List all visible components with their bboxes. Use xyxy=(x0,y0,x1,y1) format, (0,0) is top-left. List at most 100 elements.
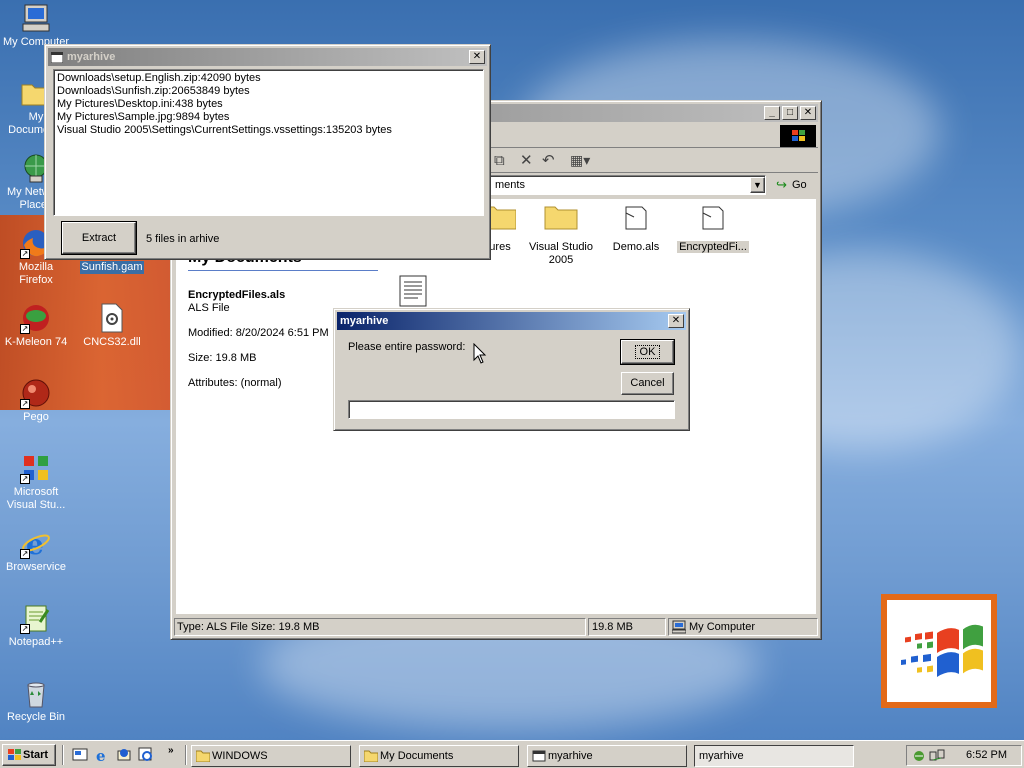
list-item[interactable]: Visual Studio 2005\Settings\CurrentSetti… xyxy=(57,124,480,137)
desktop-icon-label: CNCS32.dll xyxy=(83,336,141,348)
folder-icon xyxy=(195,749,211,763)
show-desktop-icon[interactable] xyxy=(72,747,88,766)
password-prompt: Please entire password: xyxy=(348,341,466,353)
dialog-titlebar[interactable]: myarhive ✕ xyxy=(337,312,686,330)
taskbar: Start e » WINDOWS My Documents myarhive … xyxy=(0,740,1024,768)
close-button[interactable]: ✕ xyxy=(668,314,684,328)
ok-button[interactable]: OK xyxy=(620,339,675,365)
recycle-bin-icon xyxy=(20,677,52,709)
task-label: WINDOWS xyxy=(212,750,268,762)
shortcut-arrow-icon: ↗ xyxy=(20,249,30,259)
svg-text:e: e xyxy=(96,747,106,763)
status-bar: Type: ALS File Size: 19.8 MB 19.8 MB My … xyxy=(174,618,818,636)
task-my-documents[interactable]: My Documents xyxy=(359,745,519,767)
start-label: Start xyxy=(23,749,49,761)
desktop-icon-visual-studio[interactable]: ↗ Microsoft Visual Stu... xyxy=(0,452,72,512)
delete-icon[interactable]: ✕ xyxy=(520,151,533,169)
windows-logo-badge xyxy=(881,594,997,708)
clock[interactable]: 6:52 PM xyxy=(966,749,1007,761)
views-icon[interactable]: ▦▾ xyxy=(570,152,590,169)
outlook-express-icon[interactable] xyxy=(116,747,132,766)
shortcut-arrow-icon: ↗ xyxy=(20,549,30,559)
pego-icon: ↗ xyxy=(20,377,52,409)
notepad-plus-plus-icon: ↗ xyxy=(20,602,52,634)
desktop-icon-browservice[interactable]: e ↗ Browservice xyxy=(0,527,72,574)
shortcut-arrow-icon: ↗ xyxy=(20,324,30,334)
undo-icon[interactable]: ↶ xyxy=(542,151,555,169)
archive-title: myarhive xyxy=(67,51,116,63)
desktop-icon-notepad-plus-plus[interactable]: ↗ Notepad++ xyxy=(0,602,72,649)
divider xyxy=(62,745,64,765)
file-item-selected[interactable]: EncryptedFi... xyxy=(676,205,750,253)
archive-count-text: 5 files in arhive xyxy=(146,233,220,245)
status-zone: My Computer xyxy=(668,618,818,636)
address-dropdown-button[interactable]: ▼ xyxy=(750,177,765,193)
status-zone-label: My Computer xyxy=(689,621,756,633)
selected-file-type: ALS File xyxy=(188,302,230,314)
go-label: Go xyxy=(792,179,807,191)
list-item[interactable]: Downloads\setup.English.zip:42090 bytes xyxy=(57,72,480,85)
go-button[interactable]: ↪ Go xyxy=(776,177,807,195)
password-dialog[interactable]: myarhive ✕ Please entire password: OK Ca… xyxy=(333,308,690,431)
mouse-cursor-icon xyxy=(473,342,487,368)
task-windows[interactable]: WINDOWS xyxy=(191,745,351,767)
minimize-button[interactable]: _ xyxy=(764,106,780,120)
desktop-icon-label: Browservice xyxy=(6,561,66,573)
status-size: 19.8 MB xyxy=(588,618,666,636)
visual-studio-icon: ↗ xyxy=(20,452,52,484)
windows-throbber-icon xyxy=(780,125,816,147)
tray-connection-icon[interactable] xyxy=(929,748,945,767)
move-to-icon[interactable]: ⧉ xyxy=(494,152,505,169)
document-preview-icon xyxy=(399,275,427,310)
desktop-icon-cncs32-dll[interactable]: CNCS32.dll xyxy=(76,302,148,349)
ok-label: OK xyxy=(634,345,661,359)
file-item[interactable]: Visual Studio 2005 xyxy=(526,205,596,267)
file-item-label: Visual Studio 2005 xyxy=(528,241,593,266)
close-button[interactable]: ✕ xyxy=(800,106,816,120)
archive-file-list[interactable]: Downloads\setup.English.zip:42090 bytes … xyxy=(53,69,484,216)
desktop-icon-pego[interactable]: ↗ Pego xyxy=(0,377,72,424)
task-myarhive[interactable]: myarhive xyxy=(527,745,687,767)
close-button[interactable]: ✕ xyxy=(469,50,485,64)
desktop-icon-label: K-Meleon 74 xyxy=(4,336,68,348)
start-button[interactable]: Start xyxy=(2,744,56,766)
archive-titlebar[interactable]: myarhive ✕ xyxy=(48,48,487,66)
computer-icon xyxy=(20,2,52,34)
file-item[interactable]: Demo.als xyxy=(606,205,666,253)
dll-file-icon xyxy=(96,302,128,334)
tray-network-icon[interactable] xyxy=(913,748,929,767)
computer-icon xyxy=(671,620,687,637)
shortcut-arrow-icon: ↗ xyxy=(20,399,30,409)
folder-icon xyxy=(526,205,596,231)
list-item[interactable]: Downloads\Sunfish.zip:20653849 bytes xyxy=(57,85,480,98)
desktop-icon-recycle-bin[interactable]: Recycle Bin xyxy=(0,677,72,724)
extract-button[interactable]: Extract xyxy=(61,221,137,255)
selected-file-size: Size: 19.8 MB xyxy=(188,352,257,364)
search-icon[interactable] xyxy=(138,747,154,766)
task-label: myarhive xyxy=(548,750,593,762)
internet-explorer-icon[interactable]: e xyxy=(94,747,110,766)
desktop-icon-label: Recycle Bin xyxy=(6,711,66,723)
cancel-button[interactable]: Cancel xyxy=(621,372,674,395)
go-arrow-icon: ↪ xyxy=(776,177,787,192)
password-input[interactable] xyxy=(348,400,675,419)
internet-explorer-icon: e ↗ xyxy=(20,527,52,561)
selected-file-attributes: Attributes: (normal) xyxy=(188,377,282,389)
app-window-icon xyxy=(50,51,64,63)
list-item[interactable]: My Pictures\Desktop.ini:438 bytes xyxy=(57,98,480,111)
desktop-icon-label: Sunfish.gam xyxy=(80,261,144,274)
desktop-icon-my-computer[interactable]: My Computer xyxy=(0,2,72,49)
task-myarhive-active[interactable]: myarhive xyxy=(694,745,854,767)
app-window-icon xyxy=(532,749,546,762)
selected-file-modified: Modified: 8/20/2024 6:51 PM xyxy=(188,327,329,339)
selected-file-name: EncryptedFiles.als xyxy=(188,289,286,301)
dialog-title: myarhive xyxy=(340,315,389,327)
chevron-right-icon[interactable]: » xyxy=(168,745,174,756)
windows-flag-icon xyxy=(6,748,22,768)
desktop-icon-label: Notepad++ xyxy=(8,636,64,648)
system-tray: 6:52 PM xyxy=(906,745,1022,766)
list-item[interactable]: My Pictures\Sample.jpg:9894 bytes xyxy=(57,111,480,124)
desktop-icon-k-meleon[interactable]: ↗ K-Meleon 74 xyxy=(0,302,72,349)
archive-window[interactable]: myarhive ✕ Downloads\setup.English.zip:4… xyxy=(44,44,491,260)
maximize-button[interactable]: □ xyxy=(782,106,798,120)
